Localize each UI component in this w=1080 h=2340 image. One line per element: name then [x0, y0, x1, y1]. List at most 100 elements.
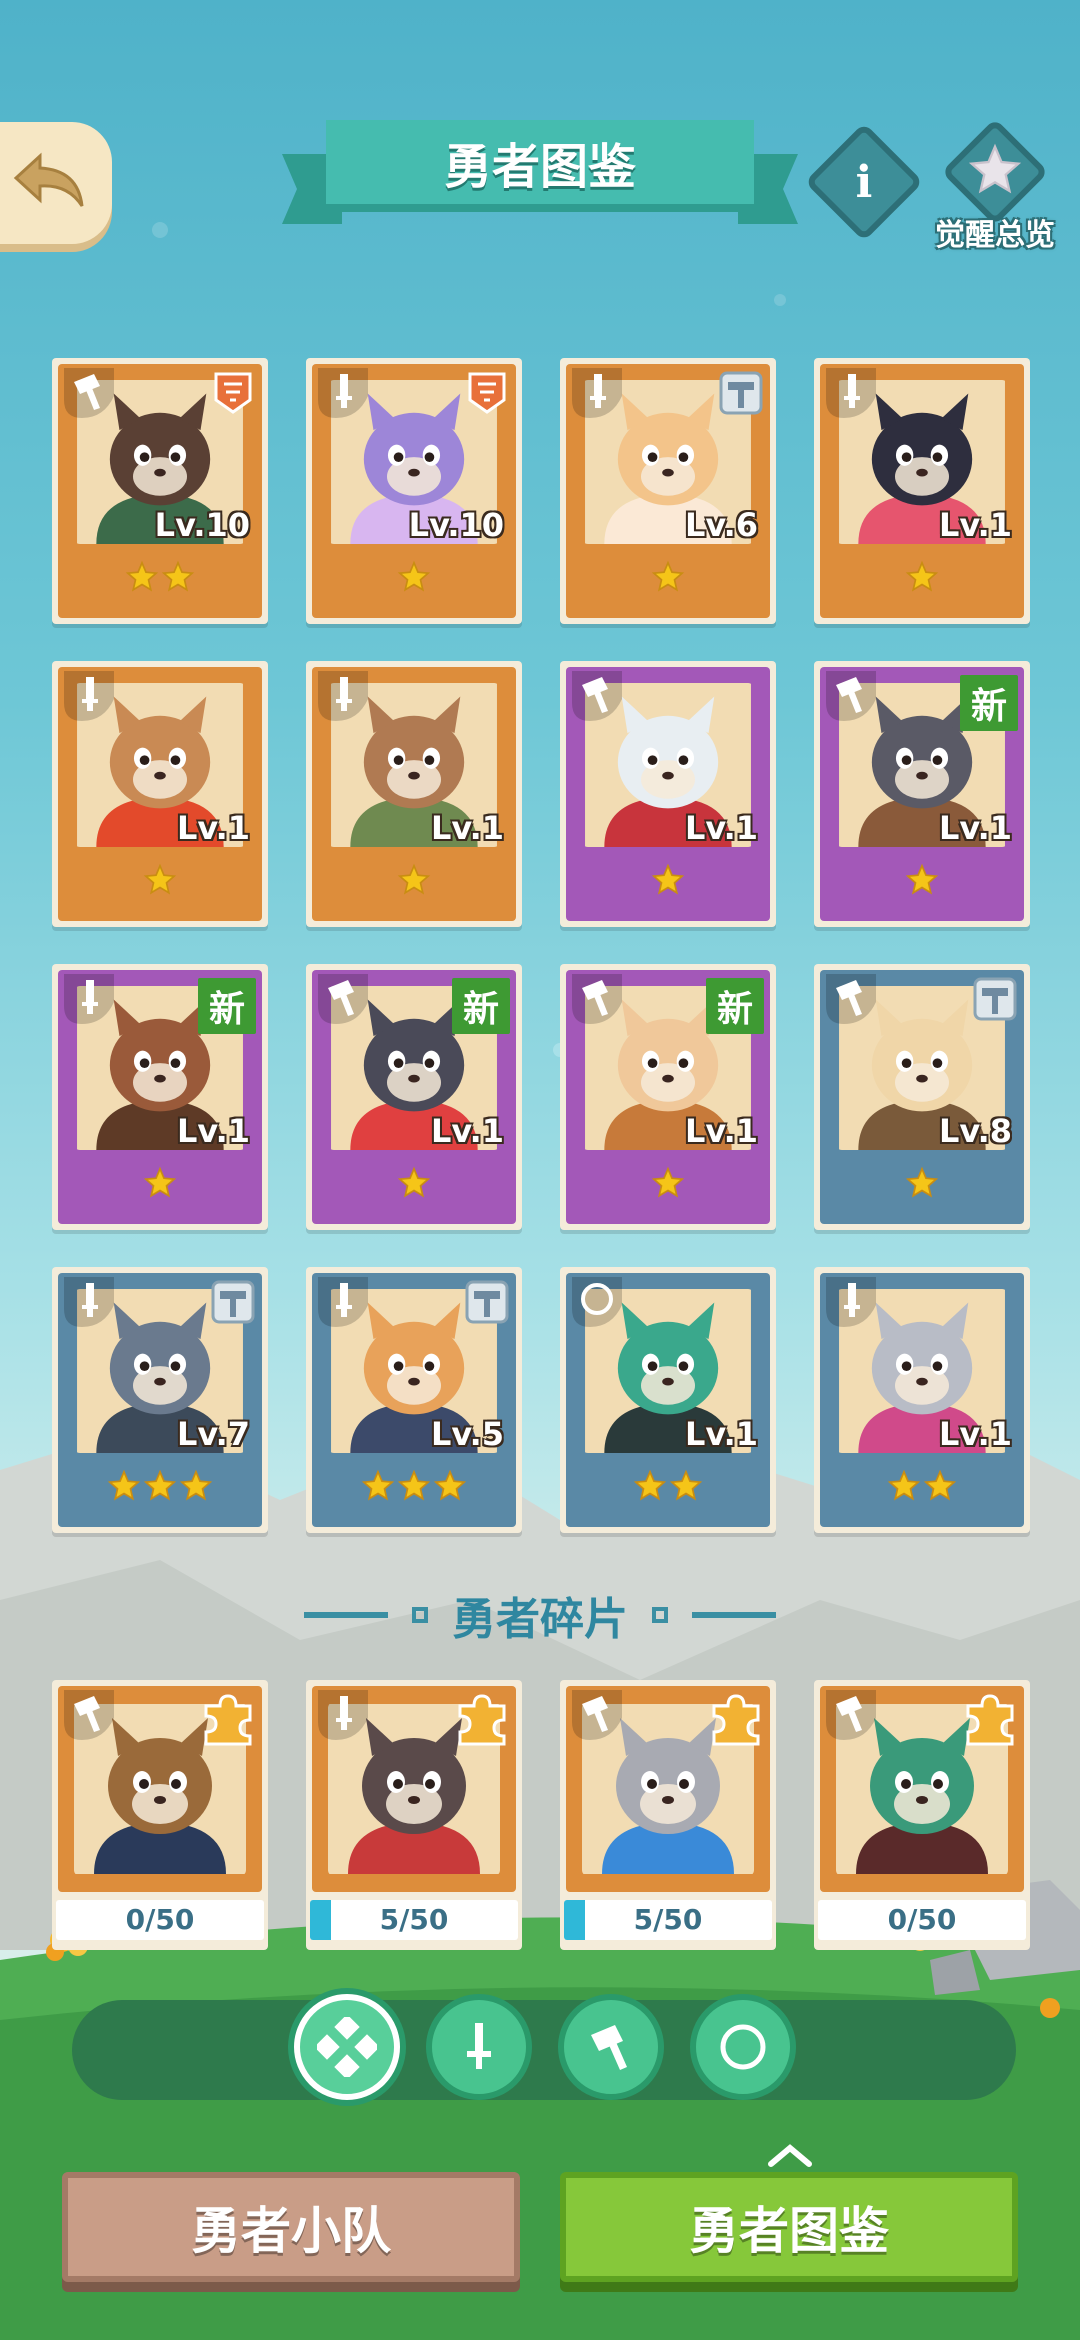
- back-button[interactable]: [0, 122, 112, 244]
- sword-class-icon: [318, 1277, 368, 1327]
- star-rating: [312, 863, 516, 897]
- sword-class-icon: [826, 1277, 876, 1327]
- hero-card[interactable]: 新 Lv.1: [814, 661, 1030, 927]
- star-icon: [887, 1469, 921, 1501]
- rarity-frame: [312, 1686, 516, 1892]
- hammer-class-icon: [64, 1690, 114, 1740]
- class-badge: [64, 974, 114, 1024]
- hero-card[interactable]: Lv.10: [306, 358, 522, 624]
- fragment-progress-bar: 0/50: [818, 1900, 1026, 1940]
- hero-level: Lv.10: [154, 506, 250, 544]
- puzzle-piece-icon: [204, 1694, 252, 1746]
- star-icon: [125, 560, 159, 592]
- star-icon: [397, 1469, 431, 1501]
- star-rating: [820, 1166, 1024, 1200]
- filter-hammer-button[interactable]: [558, 1994, 664, 2100]
- star-icon: [397, 863, 431, 895]
- rarity-frame: Lv.10: [312, 364, 516, 618]
- new-badge: 新: [706, 978, 764, 1034]
- rarity-frame: Lv.6: [566, 364, 770, 618]
- rarity-frame: Lv.1: [820, 364, 1024, 618]
- hero-level: Lv.1: [684, 1415, 758, 1453]
- rarity-frame: 新 Lv.1: [58, 970, 262, 1224]
- star-rating: [820, 863, 1024, 897]
- star-rating: [312, 1469, 516, 1503]
- hero-card[interactable]: Lv.10: [52, 358, 268, 624]
- star-rating: [58, 863, 262, 897]
- divider-left: [304, 1612, 388, 1618]
- awaken-overview-label: 觉醒总览: [935, 218, 1055, 253]
- hero-card[interactable]: Lv.1: [560, 1267, 776, 1533]
- page-title: 勇者图鉴: [443, 139, 636, 195]
- rarity-frame: 新 Lv.1: [312, 970, 516, 1224]
- hero-team-label: 勇者小队: [191, 2202, 391, 2260]
- hammer-class-icon: [826, 1690, 876, 1740]
- title-banner: 勇者图鉴: [282, 120, 798, 238]
- hero-card[interactable]: Lv.7: [52, 1267, 268, 1533]
- class-badge: [826, 671, 876, 721]
- star-rating: [58, 1469, 262, 1503]
- sword-class-icon: [64, 974, 114, 1024]
- hero-level: Lv.1: [176, 1112, 250, 1150]
- divider-dot-left: [412, 1607, 428, 1623]
- hero-level: Lv.1: [430, 809, 504, 847]
- hero-fragment-card[interactable]: 5/50: [306, 1680, 522, 1950]
- hero-team-tab[interactable]: 勇者小队: [62, 2172, 520, 2282]
- hero-level: Lv.1: [176, 809, 250, 847]
- sword-class-icon: [64, 1277, 114, 1327]
- star-rating: [566, 1469, 770, 1503]
- star-rating: [820, 1469, 1024, 1503]
- hero-catalog-tab[interactable]: 勇者图鉴: [560, 2172, 1018, 2282]
- hero-fragment-card[interactable]: 5/50: [560, 1680, 776, 1950]
- hero-card[interactable]: Lv.1: [814, 358, 1030, 624]
- hero-fragment-card[interactable]: 0/50: [814, 1680, 1030, 1950]
- hero-card[interactable]: Lv.1: [814, 1267, 1030, 1533]
- rarity-frame: Lv.1: [820, 1273, 1024, 1527]
- hero-card[interactable]: Lv.1: [560, 661, 776, 927]
- sword-icon: [467, 2023, 491, 2069]
- class-badge: [826, 1277, 876, 1327]
- hammer-badge-icon: [211, 1280, 255, 1324]
- rank-icon: [468, 372, 506, 414]
- filter-all-button[interactable]: [294, 1994, 400, 2100]
- fragment-progress-text: 5/50: [633, 1903, 703, 1936]
- fragment-progress-text: 5/50: [379, 1903, 449, 1936]
- fragment-progress-text: 0/50: [887, 1903, 957, 1936]
- rarity-frame: [58, 1686, 262, 1892]
- rarity-frame: [820, 1686, 1024, 1892]
- hero-card[interactable]: Lv.6: [560, 358, 776, 624]
- new-badge: 新: [960, 675, 1018, 731]
- awaken-overview-button[interactable]: 觉醒总览: [920, 118, 1070, 254]
- hero-fragment-card[interactable]: 0/50: [52, 1680, 268, 1950]
- hero-card[interactable]: Lv.1: [306, 661, 522, 927]
- hero-card[interactable]: Lv.1: [52, 661, 268, 927]
- class-badge: [572, 974, 622, 1024]
- hammer-badge-icon: [719, 371, 763, 415]
- hammer-class-icon: [64, 368, 114, 418]
- fragments-header: 勇者碎片: [0, 1580, 1080, 1650]
- filter-compass-button[interactable]: [690, 1994, 796, 2100]
- sword-class-icon: [826, 368, 876, 418]
- puzzle-piece-icon: [966, 1694, 1014, 1746]
- hero-card[interactable]: Lv.8: [814, 964, 1030, 1230]
- class-badge: [318, 671, 368, 721]
- divider-dot-right: [652, 1607, 668, 1623]
- hero-card[interactable]: 新 Lv.1: [52, 964, 268, 1230]
- class-badge: [826, 1690, 876, 1740]
- rarity-frame: Lv.5: [312, 1273, 516, 1527]
- compass-icon: [720, 2024, 766, 2070]
- fragment-progress-bar: 5/50: [310, 1900, 518, 1940]
- hero-level: Lv.1: [430, 1112, 504, 1150]
- filter-sword-button[interactable]: [426, 1994, 532, 2100]
- hero-card[interactable]: 新 Lv.1: [560, 964, 776, 1230]
- hero-card[interactable]: 新 Lv.1: [306, 964, 522, 1230]
- rarity-frame: Lv.8: [820, 970, 1024, 1224]
- hero-level: Lv.1: [684, 1112, 758, 1150]
- hammer-badge-icon: [973, 977, 1017, 1021]
- hero-card[interactable]: Lv.5: [306, 1267, 522, 1533]
- sword-class-icon: [64, 671, 114, 721]
- star-icon: [161, 560, 195, 592]
- class-badge: [64, 1277, 114, 1327]
- hammer-class-icon: [826, 974, 876, 1024]
- hero-level: Lv.1: [684, 809, 758, 847]
